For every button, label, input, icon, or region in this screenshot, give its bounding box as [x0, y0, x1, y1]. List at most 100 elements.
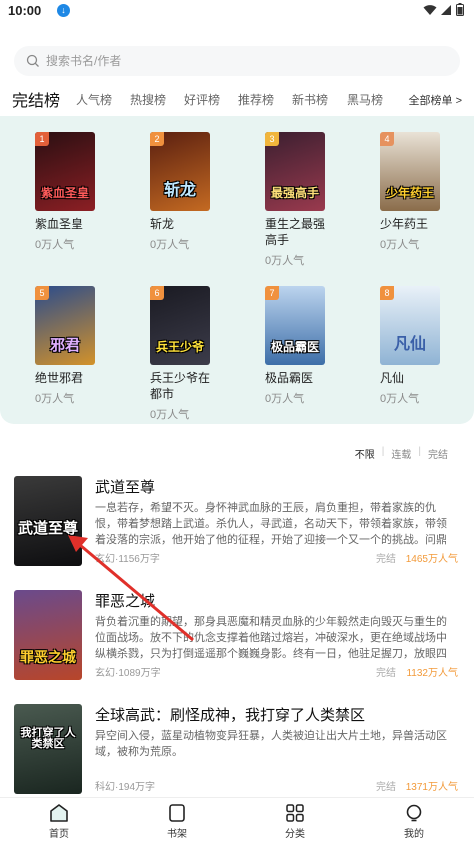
rank-badge: 6 [150, 286, 164, 300]
ranking-tabs: 完结榜 人气榜 热搜榜 好评榜 推荐榜 新书榜 黑马榜 全部榜单 > [0, 86, 474, 112]
filter-completed[interactable]: 完结 [428, 446, 448, 461]
filter-ongoing[interactable]: 连载 [391, 446, 411, 461]
nav-profile[interactable]: 我的 [384, 804, 444, 840]
rank-item[interactable]: 7 极品霸医 极品霸医 0万人气 [265, 286, 365, 406]
bookshelf-icon [169, 804, 185, 822]
book-popularity: 0万人气 [380, 239, 420, 251]
nav-bookshelf-label: 书架 [167, 829, 187, 840]
cover-title: 我打穿了人类禁区 [20, 727, 76, 750]
signal-icon [441, 4, 451, 15]
nav-home-label: 首页 [49, 829, 69, 840]
book-title: 全球高武：刷怪成神，我打穿了人类禁区 [95, 707, 366, 724]
rank-item[interactable]: 2 斩龙 斩龙 0万人气 [150, 132, 250, 252]
book-name: 斩龙 [150, 217, 175, 231]
status-icons [423, 3, 464, 16]
status-filter: 不限 | 连载 | 完结 [355, 446, 448, 461]
status-bar: 10:00 ↓ [0, 0, 474, 22]
book-popularity: 0万人气 [35, 239, 75, 251]
book-cover: 3 最强高手 [265, 132, 325, 211]
book-name: 紫血圣皇 [35, 217, 84, 231]
profile-icon [406, 804, 422, 822]
tab-hot-search[interactable]: 热搜榜 [130, 91, 166, 108]
rank-badge: 2 [150, 132, 164, 146]
book-status: 完结 [376, 668, 396, 679]
book-name: 绝世邪君 [35, 371, 84, 385]
search-icon [26, 54, 39, 67]
book-description: 异空间入侵，蓝星动植物变异狂暴，人类被迫让出大片土地，异兽活动区域，被称为荒原。 [95, 730, 447, 758]
rank-item[interactable]: 1 紫血圣皇 紫血圣皇 0万人气 [35, 132, 135, 252]
rank-item[interactable]: 3 最强高手 重生之最强高手 0万人气 [265, 132, 365, 268]
wifi-icon [423, 4, 437, 15]
book-status: 完结 [376, 554, 396, 565]
nav-home[interactable]: 首页 [29, 804, 89, 840]
cover-title: 邪君 [49, 337, 80, 354]
tab-new-books[interactable]: 新书榜 [292, 91, 328, 108]
rank-item[interactable]: 8 凡仙 凡仙 0万人气 [380, 286, 474, 406]
book-popularity: 1465万人气 [405, 554, 458, 565]
book-cover: 1 紫血圣皇 [35, 132, 95, 211]
book-cover: 6 兵王少爷 [150, 286, 210, 365]
rank-item[interactable]: 5 邪君 绝世邪君 0万人气 [35, 286, 135, 406]
tab-good-reviews[interactable]: 好评榜 [184, 91, 220, 108]
cover-title: 武道至尊 [17, 520, 78, 537]
tab-dark-horse[interactable]: 黑马榜 [347, 91, 383, 108]
search-input[interactable] [46, 54, 426, 68]
nav-bookshelf[interactable]: 书架 [147, 804, 207, 840]
book-popularity: 0万人气 [35, 393, 75, 405]
book-name: 极品霸医 [265, 371, 314, 385]
cover-title: 极品霸医 [270, 340, 319, 354]
book-name: 少年药王 [380, 217, 429, 231]
book-popularity: 0万人气 [380, 393, 420, 405]
nav-category-label: 分类 [285, 829, 305, 840]
book-cover: 5 邪君 [35, 286, 95, 365]
cover-title: 少年药王 [385, 186, 434, 200]
book-popularity: 1132万人气 [406, 668, 458, 679]
filter-separator: | [418, 446, 421, 457]
tab-completed[interactable]: 完结榜 [12, 87, 60, 111]
cover-title: 罪恶之城 [20, 649, 76, 665]
rank-item[interactable]: 4 少年药王 少年药王 0万人气 [380, 132, 474, 252]
rank-badge: 4 [380, 132, 394, 146]
book-name: 兵王少爷在都市 [150, 371, 211, 401]
cover-title: 最强高手 [270, 186, 319, 200]
rank-badge: 1 [35, 132, 49, 146]
book-name: 凡仙 [380, 371, 405, 385]
book-status: 完结 [376, 782, 396, 793]
rank-item[interactable]: 6 兵王少爷 兵王少爷在都市 0万人气 [150, 286, 250, 422]
filter-separator: | [381, 446, 385, 457]
rank-badge: 3 [265, 132, 279, 146]
filter-all[interactable]: 不限 [355, 446, 375, 461]
cover-title: 凡仙 [393, 336, 426, 353]
book-cover: 7 极品霸医 [265, 286, 325, 365]
book-cover: 2 斩龙 [150, 132, 210, 211]
home-icon [50, 804, 68, 822]
all-rankings-link[interactable]: 全部榜单 > [409, 92, 462, 108]
tab-recommended[interactable]: 推荐榜 [238, 91, 274, 108]
rank-badge: 7 [265, 286, 279, 300]
rank-badge: 5 [35, 286, 49, 300]
book-cover: 8 凡仙 [380, 286, 440, 365]
cover-title: 紫血圣皇 [40, 186, 89, 200]
nav-profile-label: 我的 [404, 829, 424, 840]
nav-category[interactable]: 分类 [265, 804, 325, 840]
search-bar[interactable] [14, 46, 460, 76]
book-meta: 科幻·194万字 [95, 782, 156, 793]
status-time: 10:00 [8, 3, 42, 18]
ranking-panel: 1 紫血圣皇 紫血圣皇 0万人气 2 斩龙 斩龙 0万人气 3 最强高手 重生之… [0, 116, 474, 424]
tab-popular[interactable]: 人气榜 [76, 91, 112, 108]
annotation-arrow-icon [68, 535, 194, 642]
category-icon [286, 804, 304, 822]
book-popularity: 1371万人气 [405, 782, 458, 793]
book-meta: 玄幻·1089万字 [95, 668, 161, 679]
rank-badge: 8 [380, 286, 394, 300]
book-popularity: 0万人气 [265, 255, 305, 267]
book-popularity: 0万人气 [265, 393, 305, 405]
bottom-nav: 首页 书架 分类 我的 [0, 797, 474, 843]
download-notification-icon: ↓ [57, 4, 70, 17]
book-popularity: 0万人气 [150, 409, 190, 421]
battery-icon [456, 3, 464, 16]
book-name: 重生之最强高手 [265, 217, 326, 247]
book-cover: 4 少年药王 [380, 132, 440, 211]
cover-title: 斩龙 [163, 182, 196, 199]
book-cover: 我打穿了人类禁区 [14, 704, 82, 794]
